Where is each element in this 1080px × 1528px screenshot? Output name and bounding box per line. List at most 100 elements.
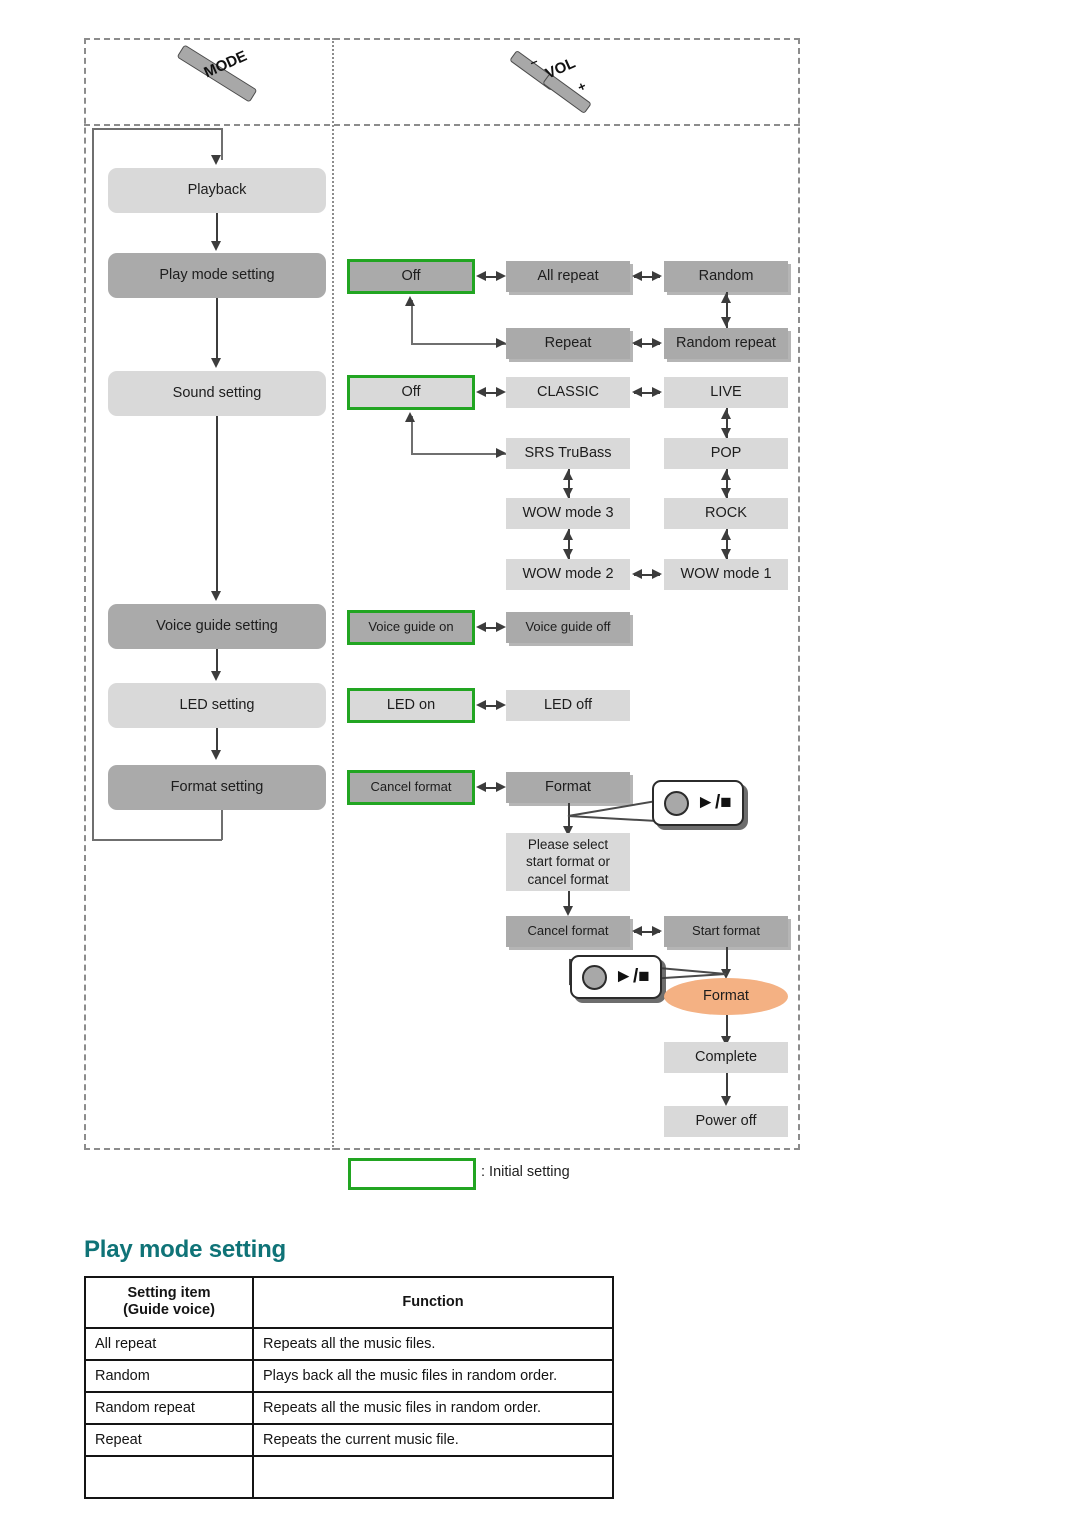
table-row: All repeat Repeats all the music files.	[84, 1326, 614, 1361]
menu-node-label: Play mode setting	[159, 267, 275, 284]
option-play-mode-random[interactable]: Random	[664, 261, 788, 292]
option-label: WOW mode 1	[680, 566, 772, 583]
menu-node-playback[interactable]: Playback	[108, 168, 326, 213]
arrow-head	[652, 338, 662, 348]
arrow-head	[405, 412, 415, 422]
option-power-off: Power off	[664, 1106, 788, 1137]
option-label: Voice guide off	[525, 619, 611, 635]
menu-connector-2	[216, 298, 218, 360]
menu-node-format-setting[interactable]: Format setting	[108, 765, 326, 810]
option-label: Cancel format	[370, 779, 452, 795]
arrow-head	[563, 530, 573, 540]
menu-node-label: Voice guide setting	[156, 618, 278, 635]
option-sound-pop[interactable]: POP	[664, 438, 788, 469]
arrow-head	[563, 906, 573, 916]
menu-node-play-mode-setting[interactable]: Play mode setting	[108, 253, 326, 298]
loop-line	[411, 343, 506, 345]
menu-node-voice-guide-setting[interactable]: Voice guide setting	[108, 604, 326, 649]
arrow-head	[476, 700, 486, 710]
diagram-header-divider	[84, 124, 800, 126]
option-sound-wow-mode-3[interactable]: WOW mode 3	[506, 498, 630, 529]
option-label: Format	[545, 779, 591, 796]
option-label: Format	[703, 988, 749, 1005]
header-line-1: Setting item	[127, 1285, 211, 1301]
option-sound-wow-mode-1[interactable]: WOW mode 1	[664, 559, 788, 590]
arrow-head	[563, 488, 573, 498]
option-play-mode-all-repeat[interactable]: All repeat	[506, 261, 630, 292]
option-formatting: Format	[664, 978, 788, 1015]
option-label: Power off	[695, 1113, 757, 1130]
loop-line	[411, 453, 506, 455]
play-stop-knob-icon	[582, 964, 608, 990]
arrow-head	[476, 622, 486, 632]
arrow-head	[721, 1096, 731, 1106]
arrow-head	[632, 338, 642, 348]
option-sound-rock[interactable]: ROCK	[664, 498, 788, 529]
option-cancel-format[interactable]: Cancel format	[506, 916, 630, 947]
arrow-head	[632, 387, 642, 397]
table-header-function: Function	[252, 1276, 614, 1329]
arrow-head	[721, 488, 731, 498]
option-label: Complete	[694, 1049, 758, 1066]
option-label: All repeat	[537, 268, 599, 285]
table-cell-item: Repeat	[84, 1422, 254, 1457]
menu-connector-4	[216, 649, 218, 673]
option-label: Voice guide on	[368, 619, 454, 635]
menu-node-label: Format setting	[170, 779, 264, 796]
arrow-head	[563, 549, 573, 559]
table-row: Random repeat Repeats all the music file…	[84, 1390, 614, 1425]
menu-node-led-setting[interactable]: LED setting	[108, 683, 326, 728]
table-header-row: Setting item (Guide voice) Function	[84, 1276, 614, 1329]
option-label: Off	[401, 268, 421, 285]
option-sound-classic[interactable]: CLASSIC	[506, 377, 630, 408]
menu-connector-3	[216, 416, 218, 593]
menu-arrow-2	[211, 358, 221, 368]
menu-node-label: Sound setting	[172, 385, 262, 402]
option-label: CLASSIC	[536, 384, 600, 401]
arrow-head	[476, 271, 486, 281]
table-row: Repeat Repeats the current music file.	[84, 1422, 614, 1457]
option-sound-live[interactable]: LIVE	[664, 377, 788, 408]
arrow-head	[721, 293, 731, 303]
option-label: LED off	[543, 697, 593, 714]
option-play-mode-repeat[interactable]: Repeat	[506, 328, 630, 359]
arrow-head	[652, 926, 662, 936]
option-play-mode-random-repeat[interactable]: Random repeat	[664, 328, 788, 359]
option-sound-off[interactable]: Off	[347, 375, 475, 410]
option-sound-srs-trubass[interactable]: SRS TruBass	[506, 438, 630, 469]
menu-arrow-4	[211, 671, 221, 681]
menu-arrow-3	[211, 591, 221, 601]
option-voice-guide-on[interactable]: Voice guide on	[347, 610, 475, 645]
option-voice-guide-off[interactable]: Voice guide off	[506, 612, 630, 643]
option-label: Repeat	[544, 335, 592, 352]
arrow-head	[721, 409, 731, 419]
option-label: POP	[710, 445, 742, 462]
table-cell-item	[84, 1454, 254, 1499]
arrow-head	[496, 782, 506, 792]
arrow-head	[496, 700, 506, 710]
loopback-top-line	[92, 128, 222, 130]
arrow-head	[563, 470, 573, 480]
table-cell-item: All repeat	[84, 1326, 254, 1361]
option-led-off[interactable]: LED off	[506, 690, 630, 721]
loopback-left-line	[92, 128, 94, 840]
play-stop-knob-icon	[664, 790, 690, 816]
option-play-mode-off[interactable]: Off	[347, 259, 475, 294]
menu-connector-1	[216, 213, 218, 243]
option-label: Random repeat	[676, 335, 776, 352]
arrow-head	[721, 549, 731, 559]
option-label: Please select start format or cancel for…	[525, 837, 611, 887]
loopback-arrow	[211, 155, 221, 165]
option-start-format[interactable]: Start format	[664, 916, 788, 947]
option-label: LED on	[386, 697, 436, 714]
option-label: Cancel format	[527, 923, 609, 939]
option-led-on[interactable]: LED on	[347, 688, 475, 723]
loopback-bottom-line	[92, 839, 222, 841]
option-cancel-format-initial[interactable]: Cancel format	[347, 770, 475, 805]
option-sound-wow-mode-2[interactable]: WOW mode 2	[506, 559, 630, 590]
table-cell-function: Plays back all the music files in random…	[252, 1358, 614, 1393]
arrow-head	[721, 317, 731, 327]
menu-arrow-5	[211, 750, 221, 760]
menu-node-sound-setting[interactable]: Sound setting	[108, 371, 326, 416]
arrow-head	[652, 569, 662, 579]
